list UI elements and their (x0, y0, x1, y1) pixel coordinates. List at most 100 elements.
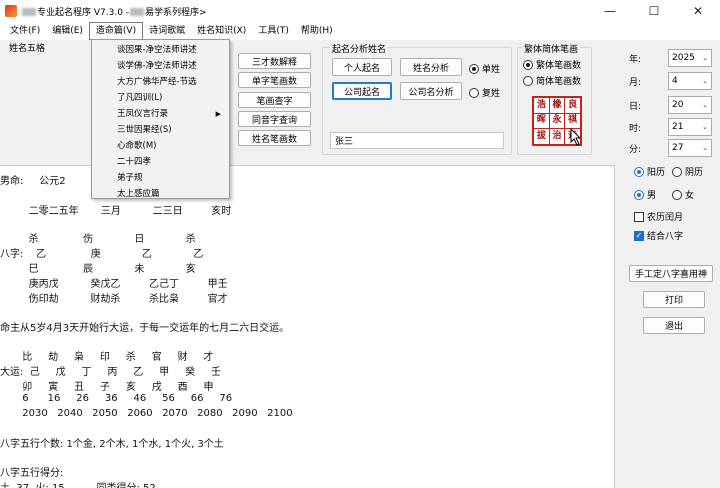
output-line: 6 16 26 36 46 56 66 76 (0, 393, 233, 404)
homophone-button[interactable]: 同音字查询 (238, 111, 311, 127)
menu-help[interactable]: 帮助(H) (295, 22, 339, 40)
name-analysis-button[interactable]: 姓名分析 (400, 58, 462, 76)
menu-item-yinguo[interactable]: 谈因果-净空法师讲述 (92, 42, 229, 58)
company-naming-button[interactable]: 公司起名 (332, 82, 392, 100)
checkbox-label: 结合八字 (647, 232, 684, 242)
simplified-stroke-radio[interactable]: 简体笔画数 (523, 74, 581, 87)
seal-char: 永 (549, 113, 565, 129)
radio-label: 复姓 (482, 89, 501, 99)
output-line: 2030 2040 2050 2060 2070 2080 2090 2100 (0, 408, 293, 419)
menu-file[interactable]: 文件(F) (4, 22, 46, 40)
menu-item-ganying[interactable]: 太上感应篇 (92, 186, 229, 202)
window-title: 专业起名程序 V7.3.0 - 易学系列程序> (21, 5, 207, 18)
company-analysis-button[interactable]: 公司名分析 (400, 82, 462, 100)
radio-dot (469, 87, 479, 98)
manual-bazi-button[interactable]: 手工定八字喜用神 (629, 265, 713, 282)
year-combo[interactable]: 2025 ⌄ (668, 49, 712, 67)
day-value: 20 (672, 100, 684, 110)
output-line: 比 劫 枭 印 杀 官 财 才 (0, 352, 214, 363)
exit-button[interactable]: 退出 (643, 317, 705, 334)
output-line: 八字: 乙 庚 乙 乙 (0, 249, 204, 260)
result-output[interactable]: 男命: 公元2 二零二五年 三月 二三日 亥时 杀 伤 日 杀 八字: 乙 庚 … (0, 165, 615, 488)
radio-dot (634, 189, 644, 200)
minute-combo[interactable]: 27 ⌄ (668, 139, 712, 157)
month-value: 4 (672, 76, 678, 86)
maximize-icon[interactable]: ☐ (632, 0, 676, 22)
sancai-button[interactable]: 三才数解释 (238, 53, 311, 69)
radio-label: 阴历 (685, 168, 704, 178)
menu-item-label: 王凤仪言行录 (117, 109, 169, 119)
day-combo[interactable]: 20 ⌄ (668, 96, 712, 114)
output-line: 巳 辰 未 亥 (0, 264, 196, 275)
menu-name-knowledge[interactable]: 姓名知识(X) (191, 22, 252, 40)
month-combo[interactable]: 4 ⌄ (668, 72, 712, 90)
menu-item-xinming[interactable]: 心命歌(M) (92, 138, 229, 154)
solar-calendar-radio[interactable]: 阳历 (634, 165, 665, 178)
menu-zaoming[interactable]: 造命篇(V) (88, 22, 144, 40)
output-line: 八字五行得分: (0, 468, 64, 479)
menu-poetry[interactable]: 诗词歌赋 (143, 22, 191, 40)
combine-bazi-checkbox[interactable]: ✓ 结合八字 (634, 229, 683, 242)
year-label: 年: (629, 55, 642, 65)
radio-label: 男 (647, 191, 657, 201)
minimize-icon[interactable]: — (588, 0, 632, 22)
close-icon[interactable]: ✕ (676, 0, 720, 22)
menu-item-huayan[interactable]: 大方广佛华严经-节选 (92, 74, 229, 90)
output-line: 二零二五年 三月 二三日 亥时 (0, 206, 232, 217)
checkbox-label: 农历闰月 (647, 213, 684, 223)
output-line: 命主从5岁4月3天开始行大运，于每一交运年的七月二六日交运。 (0, 323, 290, 334)
lunar-calendar-radio[interactable]: 阴历 (672, 165, 703, 178)
menu-bar: 文件(F) 编辑(E) 造命篇(V) 诗词歌赋 姓名知识(X) 工具(T) 帮助… (0, 22, 720, 40)
menu-edit[interactable]: 编辑(E) (46, 22, 89, 40)
radio-label: 女 (685, 191, 695, 201)
menu-item-xuefo[interactable]: 谈学佛-净空法师讲述 (92, 58, 229, 74)
personal-naming-button[interactable]: 个人起名 (332, 58, 392, 76)
print-button[interactable]: 打印 (643, 291, 705, 308)
output-line: 卯 寅 丑 子 亥 戌 酉 申 (0, 382, 214, 393)
seal-char: 拔 (534, 129, 549, 144)
title-bar: 专业起名程序 V7.3.0 - 易学系列程序> — ☐ ✕ (0, 0, 720, 22)
submenu-arrow-icon: ▶ (215, 110, 221, 118)
title-blur (22, 8, 36, 16)
menu-item-liaofan[interactable]: 了凡四训(L) (92, 90, 229, 106)
left-panel-title: 姓名五格 (9, 44, 46, 54)
main-window: 专业起名程序 V7.3.0 - 易学系列程序> — ☐ ✕ 文件(F) 编辑(E)… (0, 0, 720, 488)
menu-tools[interactable]: 工具(T) (252, 22, 295, 40)
male-radio[interactable]: 男 (634, 188, 656, 201)
checkmark-icon: ✓ (634, 230, 644, 241)
minute-value: 27 (672, 143, 684, 153)
traditional-stroke-radio[interactable]: 繁体笔画数 (523, 58, 581, 71)
radio-dot (523, 75, 533, 86)
radio-dot (672, 189, 682, 200)
name-stroke-button[interactable]: 姓名笔画数 (238, 130, 311, 146)
chevron-down-icon: ⌄ (702, 144, 708, 152)
seal-char: 橡 (549, 98, 565, 113)
seal-char: 良 (565, 98, 580, 113)
menu-item-24xiao[interactable]: 二十四孝 (92, 154, 229, 170)
zaoming-dropdown-menu: 谈因果-净空法师讲述 谈学佛-净空法师讲述 大方广佛华严经-节选 了凡四训(L)… (91, 39, 230, 199)
female-radio[interactable]: 女 (672, 188, 694, 201)
output-line: 大运: 己 戊 丁 丙 乙 甲 癸 壬 (0, 367, 221, 378)
menu-item-wangfengyi[interactable]: 王凤仪言行录 ▶ (92, 106, 229, 122)
hour-combo[interactable]: 21 ⌄ (668, 118, 712, 136)
window-title-part: 易学系列程序> (145, 7, 207, 18)
seal-char: 浩 (534, 98, 549, 113)
menu-item-dizigui[interactable]: 弟子规 (92, 170, 229, 186)
chevron-down-icon: ⌄ (702, 101, 708, 109)
stroke-count-button[interactable]: 单字笔画数 (238, 72, 311, 88)
double-surname-radio[interactable]: 复姓 (469, 86, 500, 99)
radio-label: 简体笔画数 (536, 77, 582, 87)
title-blur (130, 8, 145, 16)
month-label: 月: (629, 78, 642, 88)
menu-item-sanshi[interactable]: 三世因果经(S) (92, 122, 229, 138)
stroke-lookup-button[interactable]: 笔画查字 (238, 92, 311, 108)
single-surname-radio[interactable]: 单姓 (469, 62, 500, 75)
chevron-down-icon: ⌄ (702, 54, 708, 62)
name-input[interactable]: 张三 (330, 132, 504, 149)
seal-char: 晖 (534, 113, 549, 129)
output-line: 土 37 火: 15 同类得分: 52 (0, 479, 156, 488)
leap-month-checkbox[interactable]: 农历闰月 (634, 210, 683, 223)
app-icon (5, 5, 17, 17)
radio-label: 单姓 (482, 65, 501, 75)
output-line: 男命: 公元2 (0, 176, 66, 187)
